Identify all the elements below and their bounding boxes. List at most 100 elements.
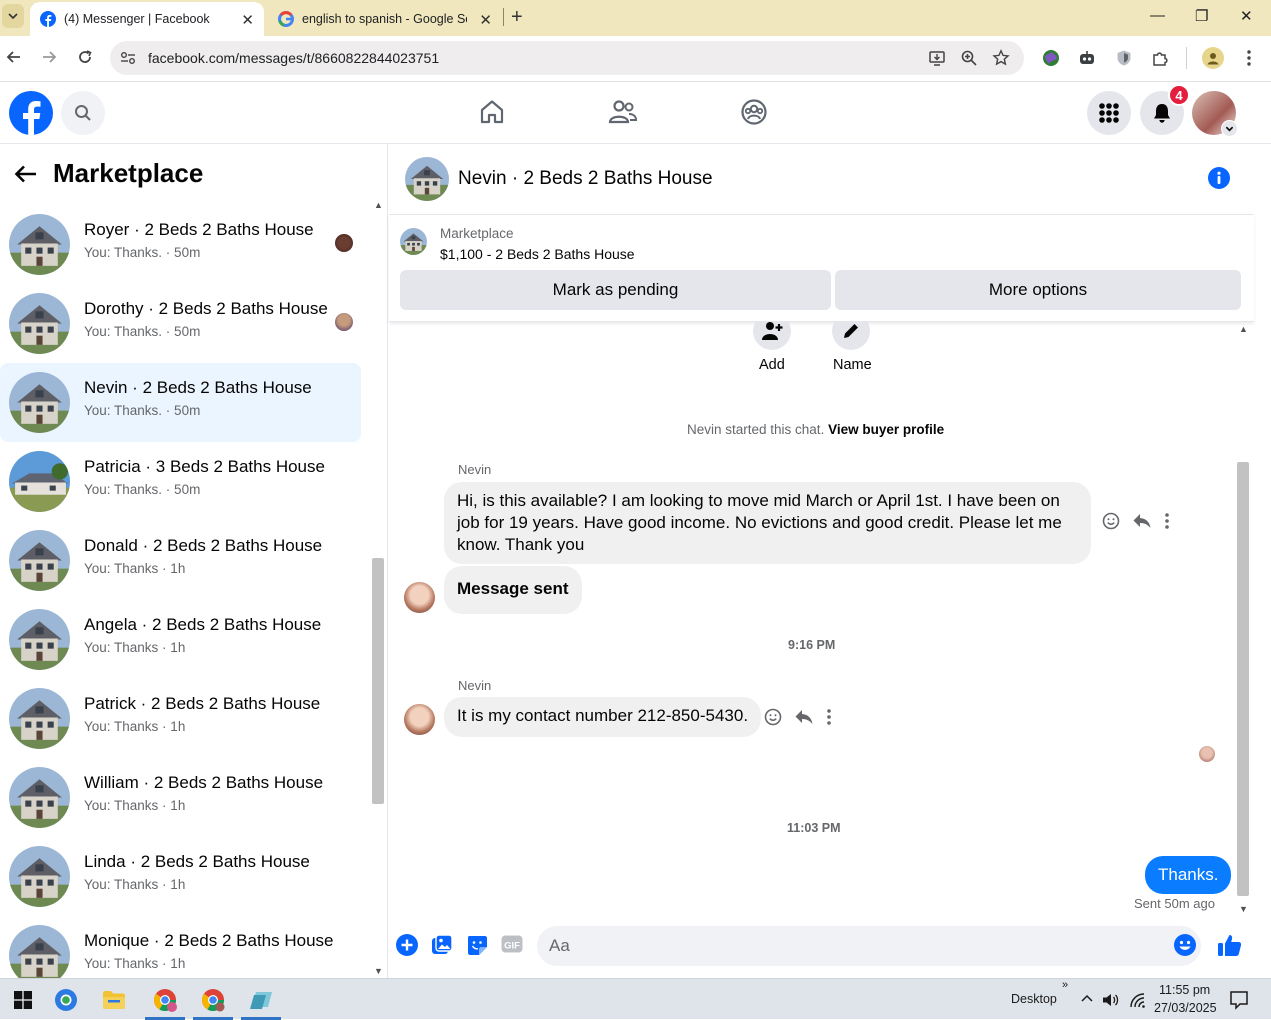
window-close-icon[interactable]: ✕ — [1240, 7, 1253, 25]
edit-name-button[interactable] — [832, 322, 870, 350]
chat-title[interactable]: Nevin · 2 Beds 2 Baths House — [458, 168, 713, 190]
conversation-name: Monique · 2 Beds 2 Baths House — [84, 931, 334, 950]
tab-separator — [503, 8, 504, 26]
start-button[interactable] — [0, 979, 46, 1020]
message-bubble[interactable]: Hi, is this available? I am looking to m… — [444, 482, 1091, 564]
taskbar-file-explorer[interactable] — [91, 979, 137, 1020]
taskbar-edge-app[interactable] — [43, 979, 89, 1020]
new-tab-button[interactable]: + — [511, 6, 523, 29]
tab-close-icon[interactable]: ✕ — [241, 11, 254, 29]
conversation-item[interactable]: William · 2 Beds 2 Baths House You: Than… — [0, 758, 361, 837]
listing-thumbnail[interactable] — [400, 228, 427, 255]
desktop-toolbar-label[interactable]: Desktop — [1011, 992, 1057, 1006]
install-app-icon[interactable] — [928, 49, 946, 67]
taskbar-chrome[interactable] — [190, 979, 236, 1020]
chat-listing-thumbnail[interactable] — [405, 157, 449, 201]
photo-gallery-icon[interactable] — [431, 934, 453, 956]
react-emoji-icon[interactable] — [1102, 512, 1120, 530]
scrollbar-thumb[interactable] — [1237, 462, 1249, 896]
home-icon[interactable] — [478, 98, 506, 126]
extension-robot-icon[interactable] — [1078, 49, 1096, 67]
address-bar[interactable]: facebook.com/messages/t/8660822844023751 — [110, 41, 1024, 75]
notification-center-icon[interactable] — [1229, 990, 1249, 1010]
tab-close-icon[interactable]: ✕ — [479, 11, 492, 29]
facebook-favicon-icon — [40, 11, 56, 27]
clock-date[interactable]: 27/03/2025 — [1154, 1001, 1217, 1015]
restore-icon[interactable]: ❐ — [1195, 7, 1208, 25]
conversation-item[interactable]: Patrick · 2 Beds 2 Baths House You: Than… — [0, 679, 361, 758]
tab-messenger[interactable]: (4) Messenger | Facebook ✕ — [30, 2, 264, 36]
tab-google-search[interactable]: english to spanish - Google Sea ✕ — [268, 2, 502, 36]
back-arrow-icon[interactable] — [6, 49, 22, 65]
conversation-item[interactable]: Angela · 2 Beds 2 Baths House You: Thank… — [0, 600, 361, 679]
conversation-item-selected[interactable]: Nevin · 2 Beds 2 Baths House You: Thanks… — [0, 363, 361, 442]
add-person-button[interactable] — [753, 322, 791, 350]
react-emoji-icon[interactable] — [764, 708, 782, 726]
toolbar-expand-icon[interactable]: » — [1062, 979, 1068, 991]
conversation-name: Patricia · 3 Beds 2 Baths House — [84, 457, 325, 476]
listing-thumbnail — [9, 530, 70, 591]
browser-menu-icon[interactable] — [1246, 49, 1252, 67]
bookmark-star-icon[interactable] — [992, 49, 1010, 67]
clock-time[interactable]: 11:55 pm — [1159, 983, 1210, 997]
reply-icon[interactable] — [1132, 512, 1152, 530]
extension-globe-icon[interactable] — [1041, 48, 1061, 68]
message-input[interactable] — [537, 926, 1201, 966]
conversation-item[interactable]: Dorothy · 2 Beds 2 Baths House You: Than… — [0, 284, 361, 363]
message-actions — [1102, 512, 1170, 530]
more-options-button[interactable]: More options — [835, 270, 1241, 310]
account-menu-chevron[interactable] — [1221, 120, 1238, 137]
sender-avatar[interactable] — [404, 704, 435, 735]
sidebar-scrollbar[interactable]: ▲ ▼ — [371, 200, 385, 978]
back-arrow-icon[interactable] — [14, 164, 38, 184]
message-actions — [764, 708, 832, 726]
zoom-icon[interactable] — [960, 49, 978, 67]
volume-icon[interactable] — [1102, 992, 1120, 1008]
taskbar-paint-app[interactable] — [238, 979, 284, 1020]
emoji-icon[interactable] — [1174, 934, 1196, 956]
scroll-down-arrow-icon[interactable]: ▼ — [1239, 904, 1248, 914]
minimize-icon[interactable]: — — [1150, 7, 1165, 24]
thumbs-up-icon[interactable] — [1217, 932, 1243, 958]
conversation-item[interactable]: Patricia · 3 Beds 2 Baths House You: Tha… — [0, 442, 361, 521]
listing-title[interactable]: $1,100 - 2 Beds 2 Baths House — [440, 246, 635, 262]
extensions-puzzle-icon[interactable] — [1151, 49, 1169, 67]
view-buyer-profile-link[interactable]: View buyer profile — [828, 422, 944, 437]
conversation-item[interactable]: Donald · 2 Beds 2 Baths House You: Thank… — [0, 521, 361, 600]
plus-circle-icon[interactable] — [396, 934, 418, 956]
message-bubble[interactable]: It is my contact number 212-850-5430. — [444, 697, 762, 737]
scroll-up-arrow-icon[interactable]: ▲ — [374, 200, 383, 210]
scrollbar-thumb[interactable] — [372, 558, 384, 804]
tab-search-button[interactable] — [2, 4, 24, 28]
more-dots-icon[interactable] — [1164, 512, 1170, 530]
more-dots-icon[interactable] — [826, 708, 832, 726]
conversation-item[interactable]: Monique · 2 Beds 2 Baths House You: Than… — [0, 916, 361, 978]
forward-arrow-icon[interactable] — [41, 49, 57, 65]
my-message-bubble[interactable]: Thanks. — [1145, 856, 1232, 894]
browser-toolbar: facebook.com/messages/t/8660822844023751 — [0, 36, 1271, 82]
tray-chevron-up-icon[interactable] — [1080, 992, 1094, 1004]
reply-icon[interactable] — [794, 708, 814, 726]
info-icon[interactable] — [1208, 167, 1230, 189]
facebook-logo-icon[interactable] — [9, 91, 53, 135]
friends-icon[interactable] — [608, 98, 638, 126]
scroll-down-arrow-icon[interactable]: ▼ — [374, 966, 383, 976]
site-settings-icon[interactable] — [120, 51, 136, 65]
extension-shield-icon[interactable] — [1115, 49, 1133, 67]
message-bubble[interactable]: Message sent — [444, 566, 582, 614]
profile-icon[interactable] — [1202, 47, 1224, 69]
reload-icon[interactable] — [77, 49, 93, 65]
conversation-item[interactable]: Royer · 2 Beds 2 Baths House You: Thanks… — [0, 205, 361, 284]
wifi-icon[interactable] — [1129, 992, 1145, 1008]
sticker-icon[interactable] — [466, 934, 488, 956]
conversation-item[interactable]: Linda · 2 Beds 2 Baths House You: Thanks… — [0, 837, 361, 916]
sender-avatar[interactable] — [404, 582, 435, 613]
gif-icon[interactable]: GIF — [501, 934, 523, 954]
scroll-up-arrow-icon[interactable]: ▲ — [1239, 324, 1248, 334]
mark-as-pending-button[interactable]: Mark as pending — [400, 270, 831, 310]
menu-button[interactable] — [1087, 91, 1131, 135]
taskbar-chrome-profile-a[interactable] — [142, 979, 188, 1020]
chat-scrollbar[interactable]: ▲ ▼ — [1236, 324, 1250, 914]
facebook-search-button[interactable] — [61, 91, 105, 135]
groups-icon[interactable] — [740, 98, 768, 126]
